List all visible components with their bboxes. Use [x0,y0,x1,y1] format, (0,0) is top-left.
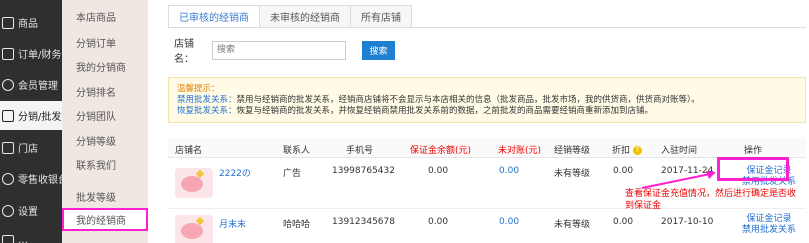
nav-label: 订单/财务 [18,50,62,61]
tip-text-restore: 恢复与经销商的批发关系，并恢复经销商禁用批发关系前的数据，之前批发的商品需要经销… [236,106,654,116]
disable-wholesale-link[interactable]: 禁用批发关系 [734,225,804,236]
col-contact: 联系人 [283,146,311,156]
nav-item-goods[interactable]: 商品 [0,8,62,37]
nav-label: … [18,235,28,243]
nav-item-settings[interactable]: 设置 [0,196,62,225]
document-icon [2,47,14,60]
subnav-distribution-ranking[interactable]: 分销排名 [62,80,148,103]
tip-key-disable: 禁用批发关系： [177,95,237,105]
subnav-distribution-team[interactable]: 分销团队 [62,104,148,127]
level: 未有等级 [554,169,591,179]
tip-title: 温馨提示： [177,84,220,94]
shop-avatar [175,215,213,243]
nav-item-cashier[interactable]: 零售收银台 [0,164,68,193]
tab-approved-dealers[interactable]: 已审核的经销商 [168,5,260,27]
subnav-store-goods[interactable]: 本店商品 [62,5,148,28]
annotation-text: 查看保证金充值情况，然后进行确定是否收到保证金 [625,189,797,211]
col-level: 经销等级 [554,146,591,156]
contact: 广告 [283,169,302,179]
shop-avatar [175,168,213,198]
col-unreconciled: 未对账(元) [498,146,542,156]
unreconciled[interactable]: 0.00 [499,166,519,176]
shopping-bag-icon [2,16,14,29]
table-header: 店铺名 联系人 手机号 保证金余额(元) 未对账(元) 经销等级 折扣 ? 入驻… [168,138,806,158]
main-sidebar: 商品 订单/财务 会员管理 分销/批发 门店 零售收银台 设置 … [0,0,68,243]
col-discount-label: 折扣 [612,146,631,156]
row-actions: 保证金记录 禁用批发关系 [734,214,804,236]
tab-bar: 已审核的经销商 未审核的经销商 所有店铺 [168,5,412,27]
shop-name-link[interactable]: 2222の [219,166,251,179]
help-icon[interactable]: ? [632,146,642,155]
deposit-record-link[interactable]: 保证金记录 [734,214,804,225]
tip-line-disable: 禁用批发关系：禁用与经销商的批发关系，经销商店铺将不会显示与本店相关的信息（批发… [177,95,797,106]
cashier-icon [2,172,14,185]
nav-item-store[interactable]: 门店 [0,133,62,162]
contact: 哈哈哈 [283,220,311,230]
join-date: 2017-10-10 [661,217,714,227]
tip-line-restore: 恢复批发关系：恢复与经销商的批发关系，并恢复经销商禁用批发关系前的数据，之前批发… [177,106,797,117]
discount: 0.00 [613,217,634,227]
shop-name-link[interactable]: 月末末 [219,217,246,230]
distribute-icon [2,109,14,122]
col-shop: 店铺名 [175,146,203,156]
search-input[interactable] [212,40,346,60]
user-icon [2,78,14,91]
phone: 13912345678 [332,217,395,227]
col-phone: 手机号 [346,146,374,156]
discount: 0.00 [613,166,634,176]
col-actions: 操作 [744,146,763,156]
deposit: 0.00 [428,217,449,227]
tab-divider [168,27,806,28]
nav-item-orders[interactable]: 订单/财务 [0,39,62,68]
tip-key-restore: 恢复批发关系： [177,106,237,116]
search-label: 店铺名： [174,39,194,65]
subnav-my-dealers[interactable]: 我的经销商 [62,208,148,231]
deposit: 0.00 [428,166,449,176]
nav-label: 会员管理 [18,81,58,92]
tip-box: 温馨提示： 禁用批发关系：禁用与经销商的批发关系，经销商店铺将不会显示与本店相关… [168,77,806,123]
phone: 13998765432 [332,166,395,176]
more-icon [2,234,14,243]
tip-text-disable: 禁用与经销商的批发关系，经销商店铺将不会显示与本店相关的信息（批发商品，批发市场… [236,95,700,105]
nav-label: 商品 [18,19,38,30]
store-icon [2,141,14,154]
col-deposit: 保证金余额(元) [410,146,472,156]
subnav-distribution-orders[interactable]: 分销订单 [62,31,148,54]
col-discount: 折扣 ? [612,143,642,156]
app-root: 商品 订单/财务 会员管理 分销/批发 门店 零售收银台 设置 … 本店商品 分… [0,0,809,243]
subnav-contact-us[interactable]: 联系我们 [62,153,148,176]
level: 未有等级 [554,220,591,230]
subnav-distribution-level[interactable]: 分销等级 [62,129,148,152]
nav-label: 门店 [18,144,38,155]
table-row: 月末末 哈哈哈 13912345678 0.00 0.00 未有等级 0.00 … [168,209,806,243]
highlight-box [717,157,789,181]
nav-label: 零售收银台 [18,175,68,186]
gear-icon [2,204,14,217]
col-date: 入驻时间 [661,146,698,156]
nav-item-distribution[interactable]: 分销/批发 [0,101,62,130]
unreconciled[interactable]: 0.00 [499,217,519,227]
nav-item-members[interactable]: 会员管理 [0,70,62,99]
nav-item-more[interactable]: … [0,226,62,243]
annotation-arrow [641,171,716,189]
nav-label: 分销/批发 [18,112,62,123]
search-button[interactable]: 搜索 [362,40,395,60]
subnav-wholesale-level[interactable]: 批发等级 [62,185,148,208]
sub-sidebar: 本店商品 分销订单 我的分销商 分销排名 分销团队 分销等级 联系我们 批发等级… [62,0,148,243]
tab-pending-dealers[interactable]: 未审核的经销商 [259,5,351,27]
subnav-my-distributors[interactable]: 我的分销商 [62,55,148,78]
tab-all-stores[interactable]: 所有店铺 [350,5,412,27]
search-row: 店铺名： 搜索 [174,39,395,65]
nav-label: 设置 [18,207,38,218]
